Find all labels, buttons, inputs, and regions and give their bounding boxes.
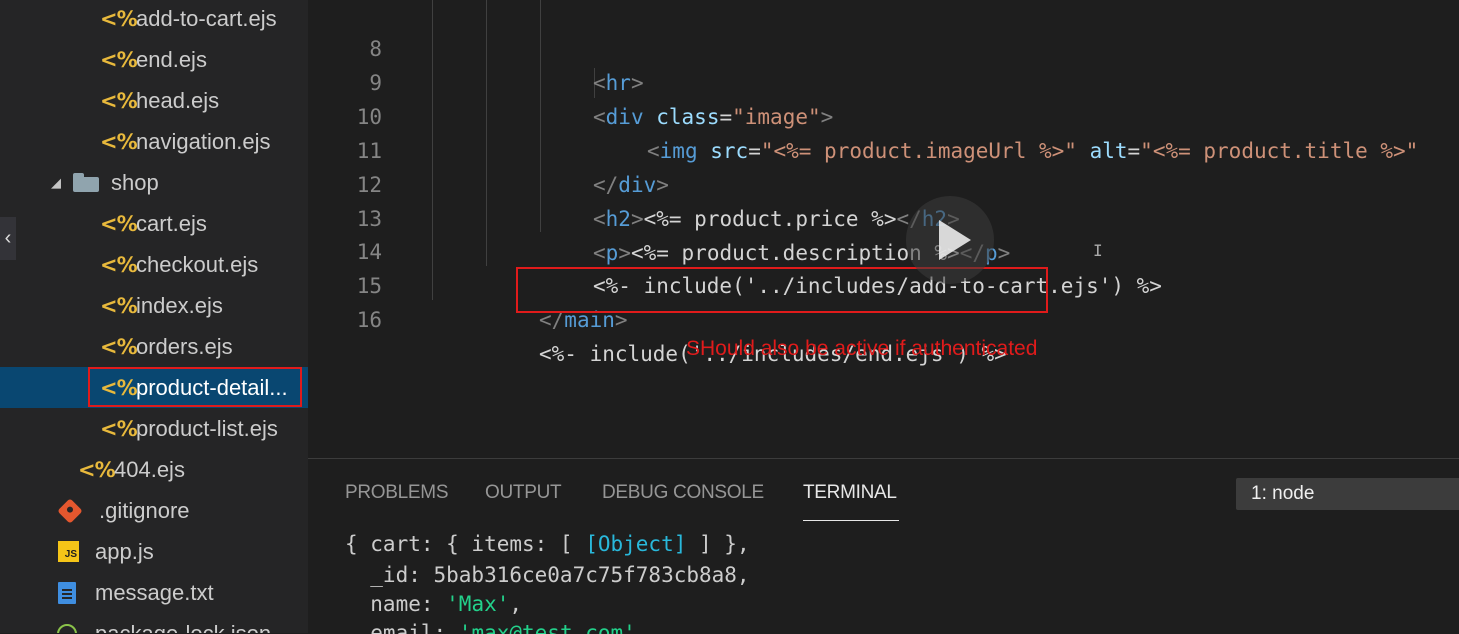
text-file-icon <box>58 581 76 604</box>
code-line: 10 <img src="<%= product.imageUrl %>" al… <box>308 66 1459 163</box>
terminal-line: email: 'max@test.com' <box>345 621 636 634</box>
tab-debug-console[interactable]: DEBUG CONSOLE <box>602 482 764 504</box>
terminal-line: name: 'Max', <box>345 592 523 616</box>
collapse-sidebar-button[interactable]: ‹ <box>0 217 16 260</box>
git-icon <box>57 497 83 524</box>
file-label: message.txt <box>95 579 214 605</box>
code-line: 14 <%- include('../includes/add-to-cart.… <box>308 201 1459 298</box>
ejs-file-icon: <% <box>100 129 138 154</box>
file-label: index.ejs <box>136 292 223 318</box>
line-number: 16 <box>356 308 382 332</box>
code-line: 13 <p><%= product.description %></p> <box>308 168 1459 265</box>
code-editor[interactable]: 8 <hr> 9 <div class="image"> 10 <img src… <box>308 0 1459 458</box>
file-navigation[interactable]: <% navigation.ejs <box>0 121 308 162</box>
file-checkout[interactable]: <% checkout.ejs <box>0 244 308 285</box>
ejs-file-icon: <% <box>100 47 138 72</box>
tab-output[interactable]: OUTPUT <box>485 482 562 504</box>
file-message-txt[interactable]: message.txt <box>0 572 308 613</box>
file-label: checkout.ejs <box>136 251 259 277</box>
file-orders[interactable]: <% orders.ejs <box>0 326 308 367</box>
ejs-file-icon: <% <box>100 334 138 359</box>
file-label: .gitignore <box>99 497 190 523</box>
file-label: 404.ejs <box>114 456 185 482</box>
file-label: package-lock.json <box>95 620 272 634</box>
file-label: head.ejs <box>136 87 220 113</box>
file-head[interactable]: <% head.ejs <box>0 80 308 121</box>
terminal-line: _id: 5bab316ce0a7c75f783cb8a8, <box>345 563 750 587</box>
code-line: 11 </div> <box>308 100 1459 197</box>
file-index[interactable]: <% index.ejs <box>0 285 308 326</box>
chevron-down-icon[interactable]: ◢ <box>51 175 73 191</box>
file-product-list[interactable]: <% product-list.ejs <box>0 408 308 449</box>
tab-terminal[interactable]: TERMINAL <box>803 482 897 504</box>
code-line: 9 <div class="image"> <box>308 32 1459 129</box>
file-app-js[interactable]: JS app.js <box>0 531 308 572</box>
ejs-file-icon: <% <box>100 293 138 318</box>
file-label: navigation.ejs <box>136 128 271 154</box>
file-label: app.js <box>95 538 154 564</box>
file-add-to-cart[interactable]: <% add-to-cart.ejs <box>0 0 308 39</box>
file-end[interactable]: <% end.ejs <box>0 39 308 80</box>
folder-icon <box>73 173 99 192</box>
file-404[interactable]: <% 404.ejs <box>0 449 308 490</box>
ejs-file-icon: <% <box>100 6 138 31</box>
ejs-file-icon: <% <box>78 457 116 482</box>
file-cart[interactable]: <% cart.ejs <box>0 203 308 244</box>
file-label: product-list.ejs <box>136 415 278 441</box>
file-label: orders.ejs <box>136 333 233 359</box>
file-label: end.ejs <box>136 46 207 72</box>
text-cursor-icon: I <box>1093 241 1103 260</box>
package-icon <box>57 623 77 633</box>
js-file-icon: JS <box>58 541 79 562</box>
ejs-file-icon: <% <box>100 88 138 113</box>
file-package-lock[interactable]: package-lock.json <box>0 613 308 633</box>
file-label: cart.ejs <box>136 210 207 236</box>
code-line: 12 <h2><%= product.price %></h2> <box>308 134 1459 231</box>
ejs-file-icon: <% <box>100 252 138 277</box>
play-icon[interactable] <box>906 196 994 284</box>
explorer-sidebar: <% add-to-cart.ejs <% end.ejs <% head.ej… <box>0 0 308 633</box>
code-line: 8 <hr> <box>308 0 1459 95</box>
file-gitignore[interactable]: .gitignore <box>0 490 308 531</box>
terminal-line: { cart: { items: [ [Object] ] }, <box>345 532 750 556</box>
annotation-text: SHould also be active if authenticated <box>686 337 1038 360</box>
file-label: add-to-cart.ejs <box>136 5 277 31</box>
ejs-file-icon: <% <box>100 211 138 236</box>
ejs-file-icon: <% <box>100 416 138 441</box>
bottom-panel: PROBLEMS OUTPUT DEBUG CONSOLE TERMINAL 1… <box>308 458 1459 634</box>
code-line: 15 </main> <box>308 235 1459 332</box>
folder-label: shop <box>111 169 159 195</box>
tab-problems[interactable]: PROBLEMS <box>345 482 448 504</box>
highlight-box <box>88 367 302 407</box>
folder-shop[interactable]: ◢ shop <box>0 162 308 203</box>
active-tab-indicator <box>803 520 899 521</box>
terminal-select[interactable]: 1: node <box>1236 478 1459 510</box>
